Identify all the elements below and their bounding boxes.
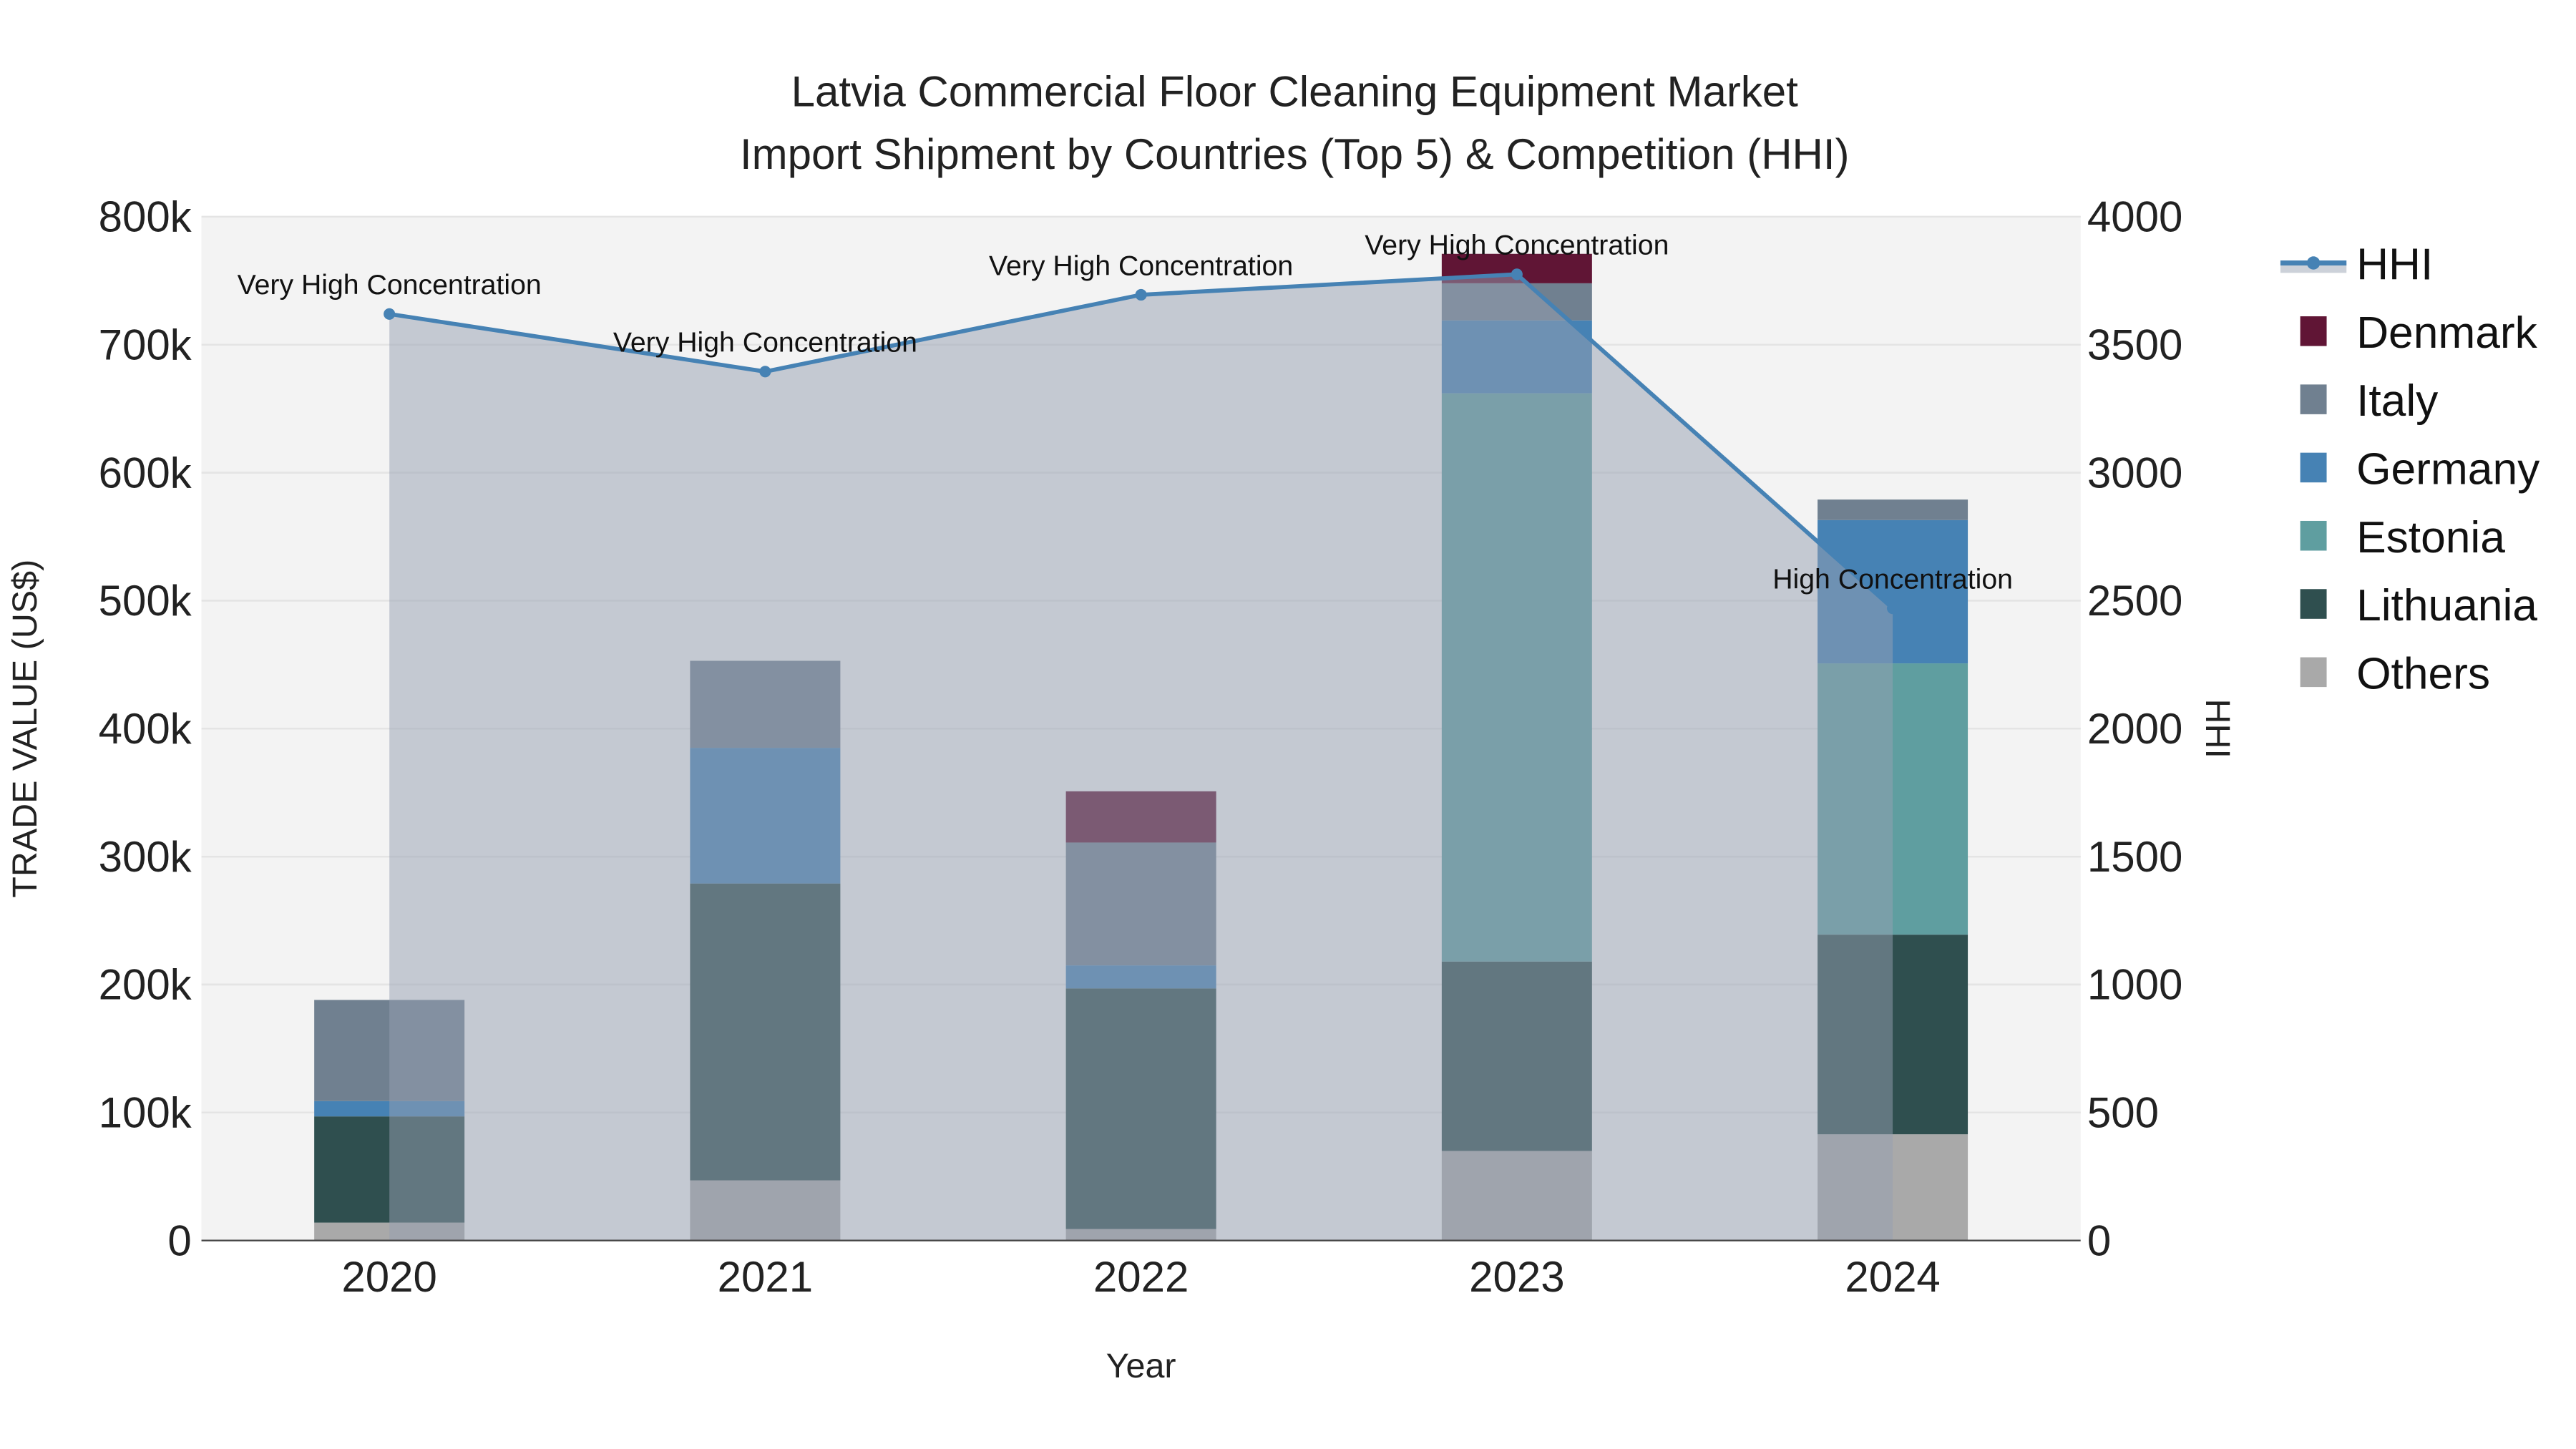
hhi-annotation: Very High Concentration xyxy=(1365,230,1669,261)
hhi-point-2023[interactable] xyxy=(1511,268,1523,280)
x-axis-title: Year xyxy=(1106,1347,1176,1385)
legend-swatch-estonia xyxy=(2300,520,2327,551)
hhi-annotation: Very High Concentration xyxy=(238,269,542,301)
hhi-annotation: Very High Concentration xyxy=(989,250,1293,281)
chart: Very High Concentration Very High Concent… xyxy=(6,67,2540,1385)
chart-subtitle: Import Shipment by Countries (Top 5) & C… xyxy=(740,130,1850,178)
legend-label-germany[interactable]: Germany xyxy=(2356,444,2540,494)
legend-swatch-lithuania xyxy=(2300,589,2327,619)
y2-tick-label: 2000 xyxy=(2087,705,2182,753)
hhi-point-2024[interactable] xyxy=(1887,602,1899,615)
y-tick-label: 600k xyxy=(99,449,192,497)
x-tick-label: 2021 xyxy=(718,1253,813,1301)
legend-hhi-marker xyxy=(2306,256,2321,270)
hhi-point-2022[interactable] xyxy=(1135,288,1147,301)
legend: HHI Denmark Italy Germany Estonia Lithuania Ot… xyxy=(2280,240,2540,698)
y-tick-label: 700k xyxy=(99,321,192,369)
y-tick-label: 200k xyxy=(99,961,192,1009)
y2-tick-label: 0 xyxy=(2087,1216,2111,1264)
y2-tick-label: 1000 xyxy=(2087,961,2182,1009)
legend-label-lithuania[interactable]: Lithuania xyxy=(2356,581,2537,630)
hhi-point-2020[interactable] xyxy=(384,308,396,320)
y2-tick-label: 4000 xyxy=(2087,193,2182,241)
legend-label-italy[interactable]: Italy xyxy=(2356,376,2439,426)
y-tick-label: 800k xyxy=(99,193,192,241)
y2-tick-label: 3500 xyxy=(2087,321,2182,369)
legend-swatch-germany xyxy=(2300,452,2327,483)
y2-tick-label: 1500 xyxy=(2087,833,2182,881)
y-axis-title: TRADE VALUE (US$) xyxy=(6,560,44,898)
legend-swatch-others xyxy=(2300,657,2327,688)
hhi-annotation: High Concentration xyxy=(1772,563,2013,595)
legend-swatch-italy xyxy=(2300,384,2327,414)
y-tick-label: 0 xyxy=(167,1216,191,1264)
hhi-annotation: Very High Concentration xyxy=(613,327,917,358)
legend-swatch-denmark xyxy=(2300,316,2327,346)
hhi-point-2021[interactable] xyxy=(759,366,771,378)
y2-tick-label: 500 xyxy=(2087,1089,2159,1137)
y-tick-label: 300k xyxy=(99,833,192,881)
chart-title: Latvia Commercial Floor Cleaning Equipme… xyxy=(791,67,1799,115)
legend-label-hhi[interactable]: HHI xyxy=(2356,240,2433,290)
y-tick-label: 400k xyxy=(99,705,192,753)
y-tick-label: 100k xyxy=(99,1089,192,1137)
y2-tick-label: 2500 xyxy=(2087,577,2182,625)
y2-axis-title: HHI xyxy=(2198,699,2237,758)
y2-tick-label: 3000 xyxy=(2087,449,2182,497)
x-tick-label: 2024 xyxy=(1845,1253,1940,1301)
legend-label-others[interactable]: Others xyxy=(2356,649,2490,698)
x-tick-label: 2022 xyxy=(1093,1253,1189,1301)
x-tick-label: 2020 xyxy=(341,1253,436,1301)
bar-italy-2024[interactable] xyxy=(1818,499,1968,520)
y-tick-label: 500k xyxy=(99,577,192,625)
hhi-area xyxy=(389,274,1893,1241)
legend-label-estonia[interactable]: Estonia xyxy=(2356,513,2505,562)
x-tick-label: 2023 xyxy=(1469,1253,1564,1301)
legend-label-denmark[interactable]: Denmark xyxy=(2356,308,2538,358)
